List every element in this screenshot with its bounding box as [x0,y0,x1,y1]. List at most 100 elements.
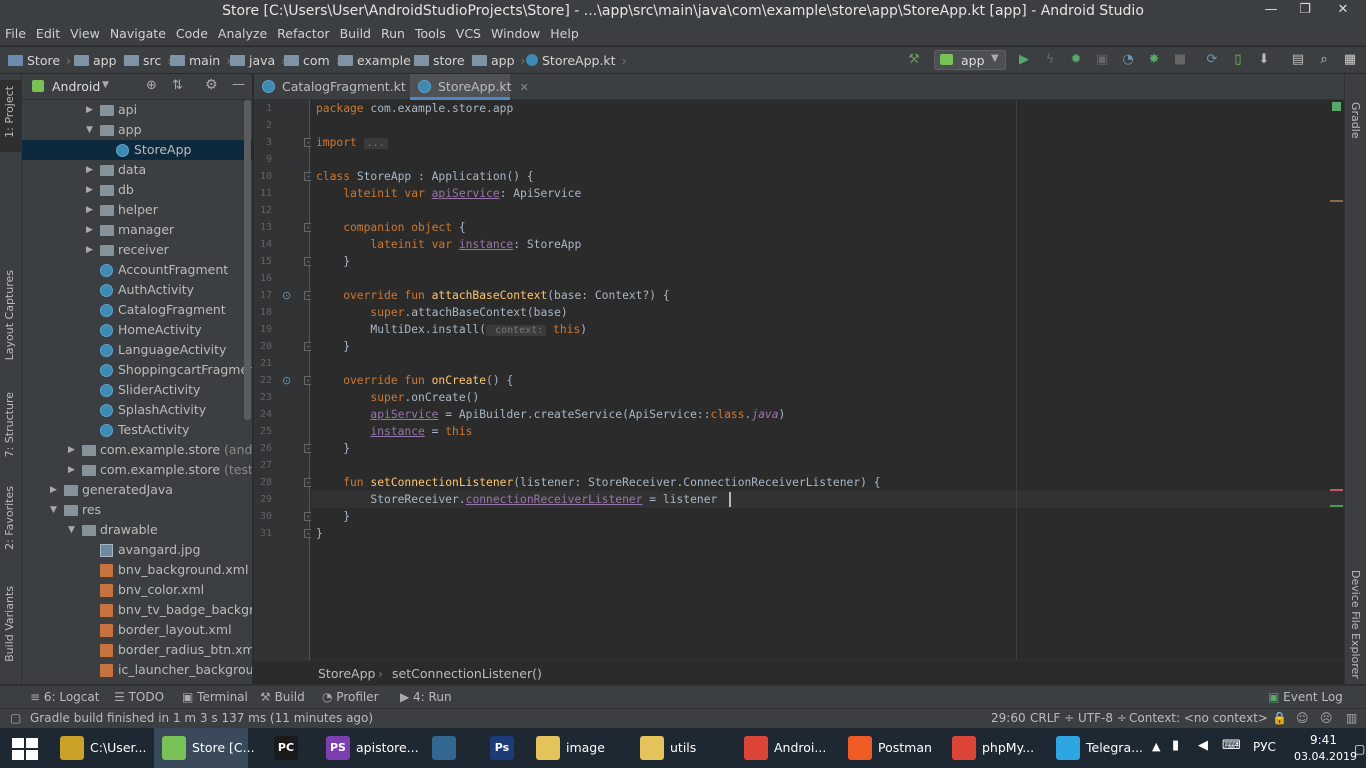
override-marker-icon[interactable]: ⊙ [282,289,291,302]
hammer-icon[interactable]: ⚒ [906,52,922,68]
close-button[interactable]: ✕ [1328,2,1358,17]
tree-item[interactable]: CatalogFragment [22,300,252,320]
expand-right-icon[interactable]: ▶ [86,160,93,180]
expand-down-icon[interactable]: ▼ [86,120,93,140]
error-stripe-marker[interactable] [1330,489,1343,491]
tree-item[interactable]: ▶ helper [22,200,252,220]
code-line[interactable]: } [316,440,350,457]
chevron-down-icon[interactable]: ▼ [102,80,109,90]
windows-start-icon[interactable] [12,738,38,760]
tool-window-build-variants[interactable]: Build Variants [3,586,16,662]
clock-date[interactable]: 03.04.2019 [1294,750,1357,763]
lock-icon[interactable]: 🔒 [1272,711,1287,725]
tree-item[interactable]: bnv_tv_badge_background [22,600,252,620]
more-icon[interactable]: ▦ [1342,52,1358,68]
expand-right-icon[interactable]: ▶ [68,440,75,460]
tool-todo[interactable]: ☰ TODO [114,690,164,704]
maximize-button[interactable]: ❐ [1290,2,1320,17]
collapse-all-icon[interactable]: ⇅ [172,78,183,93]
tool-logcat[interactable]: ≡ 6: Logcat [30,690,99,704]
expand-right-icon[interactable]: ▶ [86,100,93,120]
crumb-class[interactable]: StoreApp [318,666,375,681]
code-line[interactable]: StoreReceiver.connectionReceiverListener… [316,491,717,508]
tool-terminal[interactable]: ▣ Terminal [182,690,248,704]
expand-right-icon[interactable]: ▶ [86,240,93,260]
language-indicator[interactable]: РУС [1253,740,1276,754]
override-marker-icon[interactable]: ⊙ [282,374,291,387]
code-line[interactable]: super.attachBaseContext(base) [316,304,567,321]
action-center-icon[interactable]: ▢ [1354,742,1365,756]
expand-right-icon[interactable]: ▶ [50,480,57,500]
tool-event-log[interactable]: ▣ Event Log [1268,690,1343,704]
status-message[interactable]: Gradle build finished in 1 m 3 s 137 ms … [30,711,373,725]
context-indicator[interactable]: Context: <no context> [1129,711,1268,725]
nav-crumb-src[interactable]: src› [124,53,172,68]
sdk-manager-icon[interactable]: ⬇ [1256,52,1272,68]
nav-crumb-store[interactable]: Store › [8,53,71,68]
code-line[interactable]: lateinit var apiService: ApiService [316,185,581,202]
expand-down-icon[interactable]: ▼ [50,500,57,520]
project-scrollbar[interactable] [244,100,251,420]
taskbar-app[interactable]: PC [266,728,302,768]
code-line[interactable]: import ... [316,134,388,151]
tool-window-favorites[interactable]: 2: Favorites [3,486,16,550]
input-icon[interactable]: ⌨ [1222,738,1241,753]
code-line[interactable]: instance = this [316,423,472,440]
gear-icon[interactable]: ⚙ [205,77,218,93]
menu-edit[interactable]: Edit [31,24,65,41]
nav-crumb-main[interactable]: main › [170,53,231,68]
tree-item[interactable]: ▶ data [22,160,252,180]
taskbar-app[interactable]: C:\User... [52,728,148,768]
minimize-button[interactable]: — [1256,2,1286,17]
code-line[interactable]: } [316,253,350,270]
menu-help[interactable]: Help [545,24,584,41]
tab-storeapp[interactable]: StoreApp.kt ✕ [410,74,529,100]
menu-refactor[interactable]: Refactor [272,24,334,41]
taskbar-app[interactable]: Androi... [736,728,832,768]
tree-item[interactable]: ic_launcher_background.x [22,660,252,680]
expand-right-icon[interactable]: ▶ [68,460,75,480]
code-line[interactable]: class StoreApp : Application() { [316,168,534,185]
tree-item[interactable]: AccountFragment [22,260,252,280]
tree-item[interactable]: HomeActivity [22,320,252,340]
menu-vcs[interactable]: VCS [451,24,486,41]
menu-navigate[interactable]: Navigate [105,24,171,41]
tool-window-layout-captures[interactable]: Layout Captures [3,270,16,360]
line-separator[interactable]: CRLF ÷ [1030,711,1074,725]
hide-panel-icon[interactable]: — [232,77,245,92]
search-icon[interactable]: ⌕ [1316,52,1332,68]
expand-right-icon[interactable]: ▶ [86,180,93,200]
tree-item[interactable]: ▶ com.example.store (test) [22,460,252,480]
menu-window[interactable]: Window [486,24,545,41]
nav-crumb-app-pkg[interactable]: app › [472,53,526,68]
tool-window-device-file-explorer[interactable]: Device File Explorer [1349,570,1362,679]
taskbar-app[interactable]: Telegra... [1048,728,1144,768]
file-encoding[interactable]: UTF-8 ÷ [1078,711,1127,725]
code-line[interactable]: override fun attachBaseContext(base: Con… [316,287,669,304]
tree-item[interactable]: ▶ com.example.store (androidT [22,440,252,460]
nav-crumb-example[interactable]: example› [338,53,422,68]
code-line[interactable]: } [316,338,350,355]
tray-chevron-icon[interactable]: ▲ [1152,740,1160,753]
nav-crumb-java[interactable]: java› [230,53,286,68]
close-tab-icon[interactable]: ✕ [520,81,529,94]
debug-icon[interactable]: ✹ [1068,52,1084,68]
attach-debugger-icon[interactable]: ✸ [1146,52,1162,68]
tree-item[interactable]: StoreApp [22,140,252,160]
avd-manager-icon[interactable]: ▯ [1230,52,1246,68]
project-structure-icon[interactable]: ▤ [1290,52,1306,68]
taskbar-app[interactable]: Store [C... [154,728,255,768]
tool-window-gradle[interactable]: Gradle [1349,102,1362,139]
profile-icon[interactable]: ◔ [1120,52,1136,68]
volume-icon[interactable]: ◀ [1198,738,1208,753]
apply-changes-icon[interactable]: ϟ [1042,52,1058,68]
nav-crumb-app[interactable]: app› [74,53,128,68]
tree-item[interactable]: avangard.jpg [22,540,252,560]
menu-analyze[interactable]: Analyze [213,24,272,41]
menu-view[interactable]: View [65,24,105,41]
code-line[interactable]: apiService = ApiBuilder.createService(Ap… [316,406,785,423]
taskbar-app[interactable]: PS apistore... [318,728,419,768]
tree-item[interactable]: border_layout.xml [22,620,252,640]
locate-icon[interactable]: ⊕ [146,78,157,93]
code-text[interactable]: package com.example.store.app import ... c… [311,100,1331,660]
